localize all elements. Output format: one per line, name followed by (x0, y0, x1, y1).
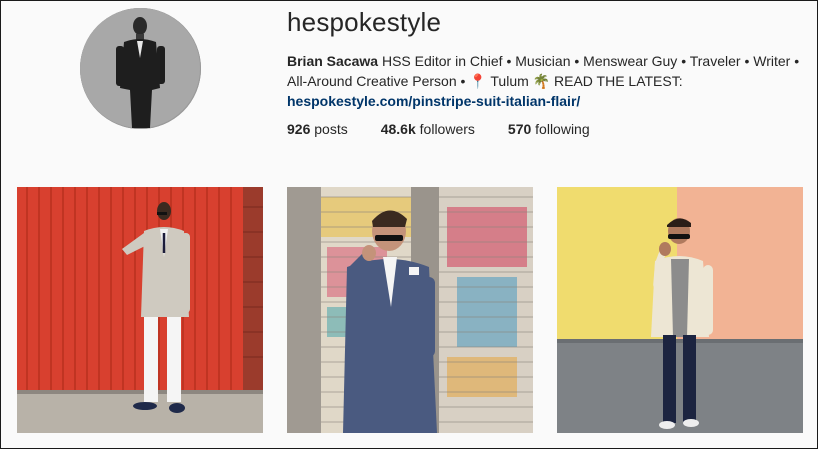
profile-page: hespokestyle Brian Sacawa HSS Editor in … (0, 0, 818, 449)
profile-avatar[interactable] (80, 8, 201, 129)
posts-count: 926 (287, 121, 311, 137)
followers-stat[interactable]: 48.6k followers (381, 121, 475, 137)
bio-tail: READ THE LATEST: (550, 73, 683, 89)
photo-man-cream-blazer-yellow-wall (557, 187, 803, 433)
profile-bio: Brian Sacawa HSS Editor in Chief • Music… (287, 51, 802, 111)
followers-label: followers (415, 121, 475, 137)
profile-full-name: Brian Sacawa (287, 53, 379, 69)
profile-username: hespokestyle (287, 7, 442, 37)
post-thumbnail-2[interactable] (287, 187, 533, 433)
post-thumbnail-1[interactable] (17, 187, 263, 433)
following-stat[interactable]: 570 following (508, 121, 590, 137)
post-thumbnail-3[interactable] (557, 187, 803, 433)
palm-tree-icon: 🌴 (532, 73, 551, 89)
bio-location: Tulum (486, 73, 533, 89)
posts-stat: 926 posts (287, 121, 348, 137)
profile-stats: 926 posts 48.6k followers 570 following (287, 121, 623, 137)
avatar-image (80, 8, 201, 129)
profile-link[interactable]: hespokestyle.com/pinstripe-suit-italian-… (287, 93, 580, 109)
pin-icon: 📍 (469, 73, 487, 89)
photo-man-light-suit-red-wall (17, 187, 263, 433)
followers-count: 48.6k (380, 121, 416, 137)
following-label: following (531, 121, 590, 137)
posts-label: posts (310, 121, 348, 137)
photo-man-blue-suit-graffiti (287, 187, 533, 433)
following-count: 570 (507, 121, 532, 137)
